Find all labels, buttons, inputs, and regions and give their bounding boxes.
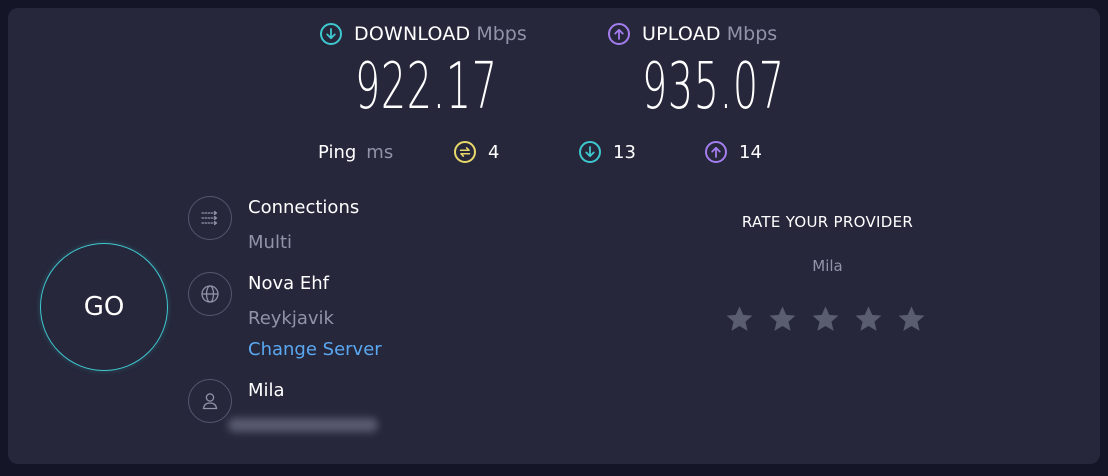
change-server-link[interactable]: Change Server — [248, 339, 382, 360]
rate-provider-name: Mila — [812, 257, 843, 275]
arrow-up-circle-icon — [608, 23, 630, 45]
arrow-up-circle-icon — [705, 141, 727, 163]
ping-idle-icon — [454, 141, 476, 163]
ping-label: Ping — [318, 141, 357, 163]
download-unit: Mbps — [476, 23, 527, 45]
star-icon[interactable] — [810, 304, 841, 335]
download-speed-value: 922.17 — [355, 50, 498, 124]
connections-icon — [188, 196, 232, 240]
server-location: Reykjavik — [248, 308, 334, 329]
ping-upload: 14 — [705, 140, 762, 164]
connections-value: Multi — [248, 232, 292, 253]
rate-provider-title: RATE YOUR PROVIDER — [741, 213, 914, 231]
ping-download-value: 13 — [613, 141, 636, 163]
ping-unit: ms — [366, 141, 394, 163]
upload-label: UPLOAD — [642, 23, 721, 45]
star-icon[interactable] — [896, 304, 927, 335]
upload-speed-value: 935.07 — [642, 50, 785, 124]
ping-idle-value: 4 — [488, 141, 500, 163]
results-panel — [8, 8, 1100, 464]
globe-icon — [188, 272, 232, 316]
ping-label-group: Ping ms — [318, 140, 393, 164]
arrow-down-circle-icon — [320, 23, 342, 45]
download-label: DOWNLOAD — [354, 23, 471, 45]
star-icon[interactable] — [724, 304, 755, 335]
star-icon[interactable] — [853, 304, 884, 335]
ping-upload-value: 14 — [739, 141, 762, 163]
upload-unit: Mbps — [726, 23, 778, 45]
ping-download: 13 — [579, 140, 636, 164]
rating-stars — [724, 304, 927, 335]
isp-name: Mila — [248, 380, 285, 401]
ping-idle: 4 — [454, 140, 499, 164]
go-button[interactable]: GO — [40, 243, 168, 371]
server-name: Nova Ehf — [248, 273, 329, 294]
upload-block: UPLOAD Mbps — [608, 22, 777, 46]
download-block: DOWNLOAD Mbps — [320, 22, 527, 46]
star-icon[interactable] — [767, 304, 798, 335]
ip-address-redacted — [228, 418, 378, 432]
arrow-down-circle-icon — [579, 141, 601, 163]
user-icon — [188, 379, 232, 423]
connections-title: Connections — [248, 197, 360, 218]
